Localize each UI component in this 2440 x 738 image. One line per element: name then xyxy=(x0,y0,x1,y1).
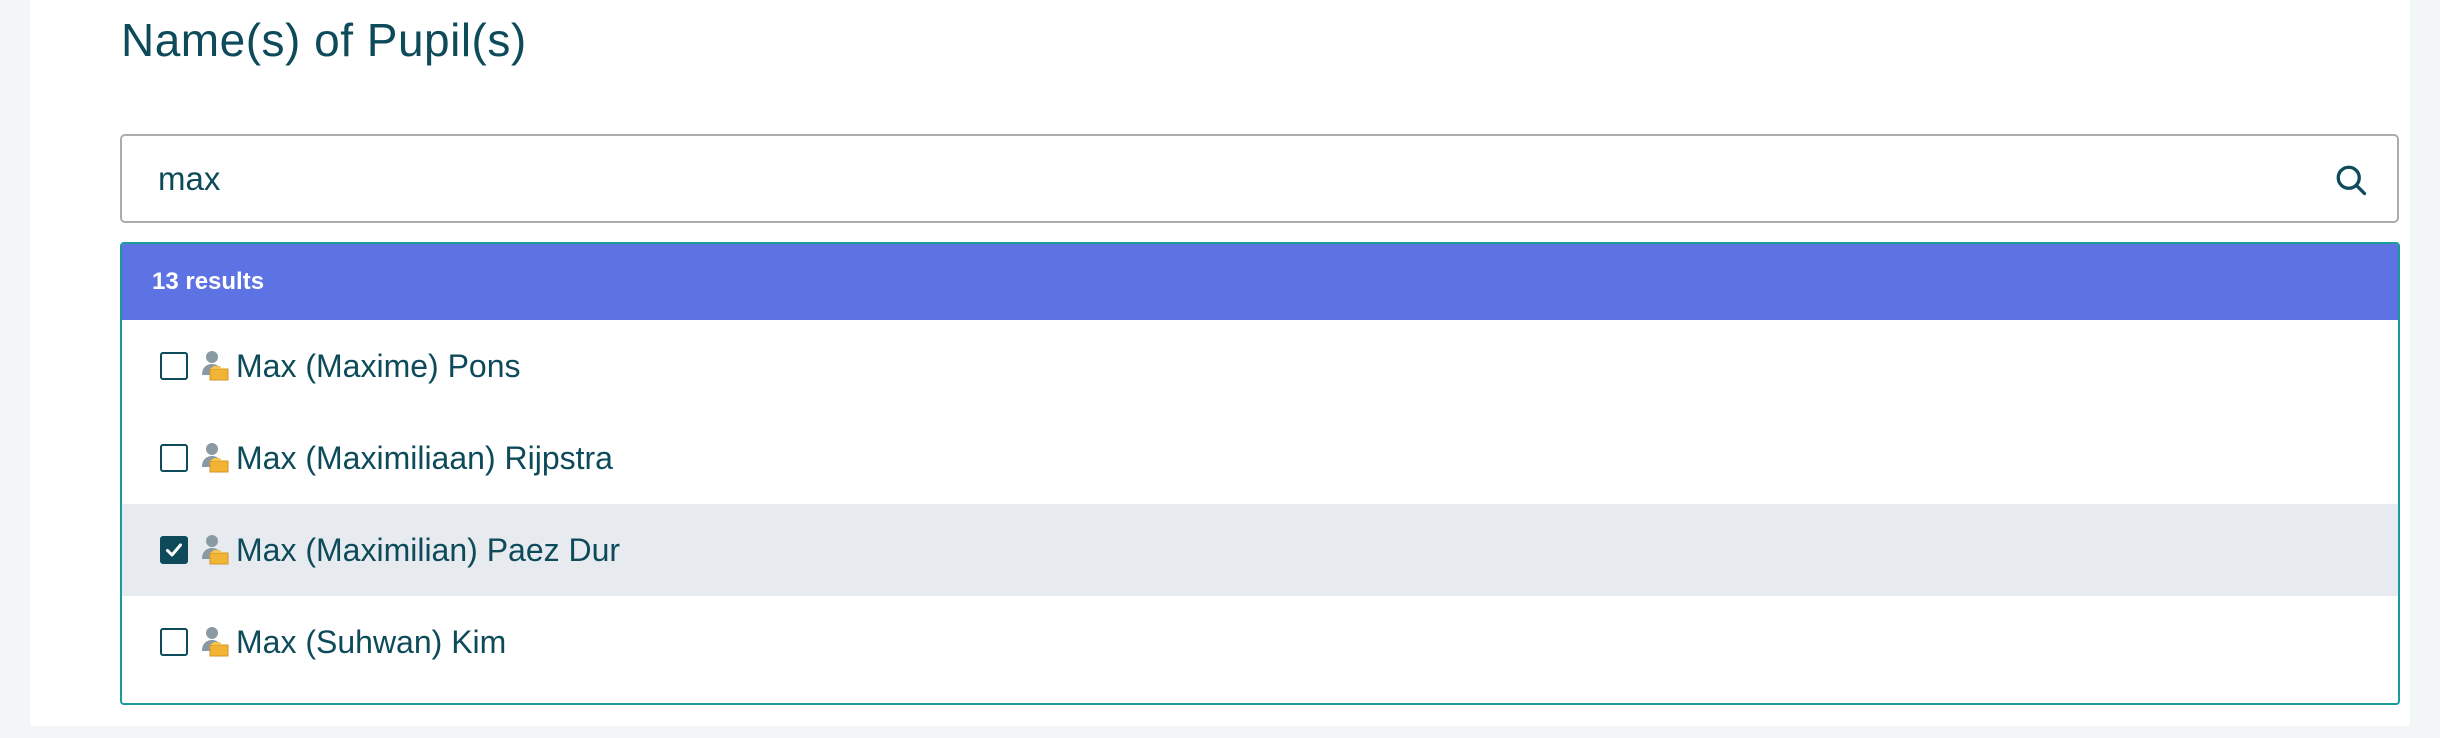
result-row[interactable]: Max (Maxime) Pons xyxy=(122,320,2398,412)
result-label: Max (Maxime) Pons xyxy=(236,348,521,384)
result-row[interactable]: Max (Suhwan) Kim xyxy=(122,596,2398,688)
pupil-icon xyxy=(202,443,229,473)
results-count: 13 results xyxy=(122,244,2398,320)
result-label: Max (Maximiliaan) Rijpstra xyxy=(236,440,613,476)
result-checkbox[interactable] xyxy=(160,444,188,472)
search-input[interactable] xyxy=(158,136,2308,221)
pupil-selection-card: Name(s) of Pupil(s) 13 results Max (Maxi… xyxy=(30,0,2410,726)
result-checkbox[interactable] xyxy=(160,352,188,380)
search-field[interactable] xyxy=(120,134,2399,223)
search-icon[interactable] xyxy=(2333,162,2369,198)
results-dropdown: 13 results Max (Maxime) Pons Max (Maximi… xyxy=(120,242,2400,705)
result-label: Max (Maximilian) Paez Dur xyxy=(236,532,621,568)
result-row-selected[interactable]: Max (Maximilian) Paez Dur xyxy=(122,504,2398,596)
pupil-icon xyxy=(202,535,229,565)
result-row[interactable]: Max (Maximiliaan) Rijpstra xyxy=(122,412,2398,504)
section-title: Name(s) of Pupil(s) xyxy=(121,14,527,66)
checkmark-icon xyxy=(166,543,182,557)
pupil-icon xyxy=(202,627,229,657)
result-checkbox-checked[interactable] xyxy=(160,536,188,564)
result-checkbox[interactable] xyxy=(160,628,188,656)
result-label: Max (Suhwan) Kim xyxy=(236,624,507,660)
pupil-icon xyxy=(202,351,229,381)
